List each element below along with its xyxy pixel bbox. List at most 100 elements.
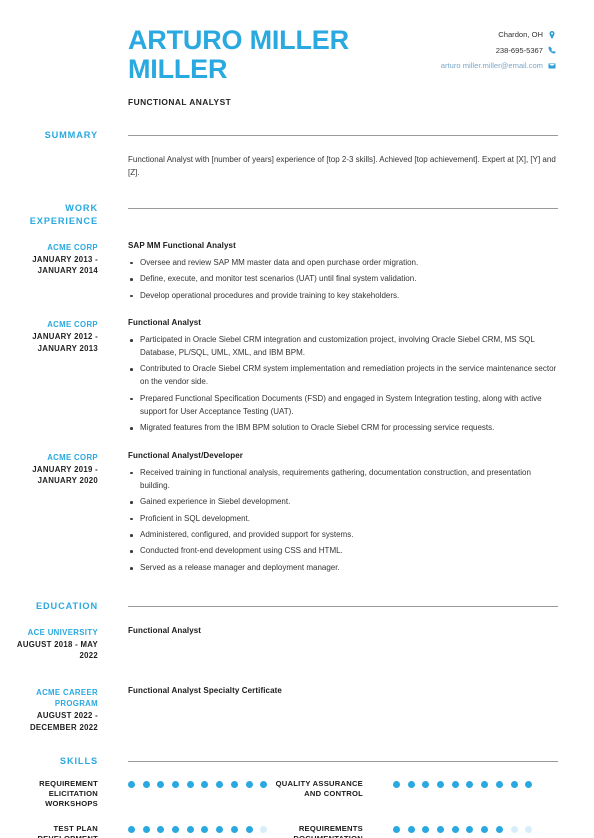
education-entry-org: ACME CAREER PROGRAM [36, 687, 98, 708]
work-entry-role: Functional Analyst [128, 318, 202, 328]
contact-block: Chardon, OH 238-695-5367 arturo miller.m… [441, 26, 556, 107]
skill-rating-dots [373, 779, 533, 789]
skill-rating-dots [373, 824, 533, 834]
contact-email[interactable]: arturo miller.miller@email.com [441, 61, 556, 70]
skill-dot-filled [451, 781, 459, 789]
work-entry: ACME CORP JANUARY 2013 - JANUARY 2014 SA… [0, 241, 594, 306]
skill-dot-filled [157, 781, 165, 789]
location-pin-icon [548, 30, 556, 39]
skill-dot-filled [407, 826, 415, 834]
skill-dot-filled [510, 781, 518, 789]
list-item: Contributed to Oracle Siebel CRM system … [128, 363, 558, 389]
work-entry-meta: ACME CORP JANUARY 2013 - JANUARY 2014 [0, 241, 108, 306]
skill-dot-filled [201, 826, 209, 834]
skill-dot-filled [451, 826, 459, 834]
education-entry-role: Functional Analyst Specialty Certificate [128, 685, 282, 695]
skill-dot-filled [437, 826, 445, 834]
skills-rule-wrap [108, 755, 594, 762]
skill-dot-filled [172, 781, 180, 789]
skill-dot-filled [393, 826, 400, 834]
skill-dot-filled [230, 826, 238, 834]
section-work-experience: WORK EXPERIENCE ACME CORP JANUARY 2013 -… [0, 202, 594, 578]
work-entry-org: ACME CORP [47, 320, 98, 330]
skill-dot-filled [128, 826, 135, 834]
summary-body: Functional Analyst with [number of years… [108, 154, 594, 180]
education-entry-meta: ACME CAREER PROGRAM AUGUST 2022 - DECEMB… [0, 686, 108, 733]
skill-item: TEST PLAN DEVELOPMENT [0, 824, 268, 838]
skills-divider [128, 760, 558, 762]
skill-dot-filled [172, 826, 180, 834]
skill-dot-filled [216, 826, 224, 834]
list-item: Develop operational procedures and provi… [128, 290, 558, 303]
education-entry: ACME CAREER PROGRAM AUGUST 2022 - DECEMB… [0, 686, 594, 733]
list-item: Migrated features from the IBM BPM solut… [128, 422, 558, 435]
list-item: Gained experience in Siebel development. [128, 496, 558, 509]
skill-dot-empty [525, 826, 533, 834]
list-item: Served as a release manager and deployme… [128, 562, 558, 575]
skill-dot-empty [510, 826, 518, 834]
skill-rating-dots [108, 779, 268, 789]
work-entry-meta: ACME CORP JANUARY 2012 - JANUARY 2013 [0, 318, 108, 439]
skill-dot-filled [422, 781, 430, 789]
work-heading-row: WORK EXPERIENCE [0, 202, 594, 229]
skill-dot-filled [142, 781, 150, 789]
summary-divider [128, 134, 558, 136]
skill-dot-filled [495, 826, 503, 834]
skill-row: REQUIREMENT ELICITATION WORKSHOPS QUALITY… [0, 779, 594, 809]
skill-dot-filled [495, 781, 503, 789]
list-item: Conducted front-end development using CS… [128, 545, 558, 558]
skill-dot-filled [422, 826, 430, 834]
work-entry-org: ACME CORP [47, 242, 98, 252]
work-divider [128, 208, 558, 209]
summary-heading-row: SUMMARY [0, 129, 594, 142]
work-entry-bullets: Received training in functional analysis… [128, 467, 558, 575]
resume-page: ARTURO MILLER MILLER FUNCTIONAL ANALYST … [0, 0, 594, 838]
work-entry-org: ACME CORP [47, 452, 98, 462]
skill-row: TEST PLAN DEVELOPMENT REQUIREMENTS DOCUME… [0, 824, 594, 838]
education-entry-dates: AUGUST 2018 - MAY 2022 [16, 640, 98, 661]
education-entry-body: Functional Analyst [108, 626, 594, 662]
work-heading: WORK EXPERIENCE [29, 203, 98, 227]
skill-rating-dots [108, 824, 268, 834]
work-entry-dates: JANUARY 2013 - JANUARY 2014 [32, 254, 98, 276]
candidate-job-title: FUNCTIONAL ANALYST [128, 96, 232, 107]
skill-item: REQUIREMENTS DOCUMENTATION [265, 824, 533, 838]
work-entry-body: Functional Analyst Participated in Oracl… [108, 318, 594, 439]
work-entry-bullets: Oversee and review SAP MM master data an… [128, 257, 558, 303]
work-rule-wrap [108, 202, 594, 209]
summary-meta [0, 154, 108, 180]
header-identity: ARTURO MILLER MILLER FUNCTIONAL ANALYST [128, 26, 441, 107]
contact-location-text: Chardon, OH [498, 30, 543, 39]
skill-dot-filled [186, 781, 194, 789]
phone-icon [548, 46, 556, 54]
skill-dot-filled [201, 781, 209, 789]
contact-phone: 238-695-5367 [441, 46, 556, 55]
work-entry: ACME CORP JANUARY 2019 - JANUARY 2020 Fu… [0, 451, 594, 579]
summary-heading: SUMMARY [44, 129, 98, 140]
envelope-icon [548, 62, 556, 70]
contact-phone-text: 238-695-5367 [495, 45, 543, 55]
contact-location: Chardon, OH [441, 30, 556, 39]
summary-rule-wrap [108, 129, 594, 136]
work-entry: ACME CORP JANUARY 2012 - JANUARY 2013 Fu… [0, 318, 594, 439]
work-entry-role: SAP MM Functional Analyst [128, 240, 236, 250]
education-entry-body: Functional Analyst Specialty Certificate [108, 686, 594, 733]
work-entry-dates: JANUARY 2012 - JANUARY 2013 [32, 332, 98, 353]
education-entry-dates: AUGUST 2022 - DECEMBER 2022 [29, 711, 98, 732]
skill-dot-filled [142, 826, 150, 834]
list-item: Oversee and review SAP MM master data an… [128, 257, 558, 270]
skill-dot-filled [525, 781, 533, 789]
education-rule-wrap [108, 600, 594, 608]
education-heading-row: EDUCATION [0, 600, 594, 613]
skill-dot-filled [466, 826, 474, 834]
skill-dot-filled [128, 781, 135, 789]
list-item: Proficient in SQL development. [128, 513, 558, 526]
skill-dot-filled [245, 781, 253, 789]
section-skills: SKILLS REQUIREMENT ELICITATION WORKSHOPS… [0, 755, 594, 838]
list-item: Received training in functional analysis… [128, 467, 558, 493]
skill-label: REQUIREMENTS DOCUMENTATION [293, 824, 363, 838]
education-entry-org: ACE UNIVERSITY [27, 627, 98, 637]
skill-item: QUALITY ASSURANCE AND CONTROL [265, 779, 533, 799]
skill-dot-filled [407, 781, 415, 789]
skill-label: REQUIREMENT ELICITATION WORKSHOPS [39, 779, 98, 809]
